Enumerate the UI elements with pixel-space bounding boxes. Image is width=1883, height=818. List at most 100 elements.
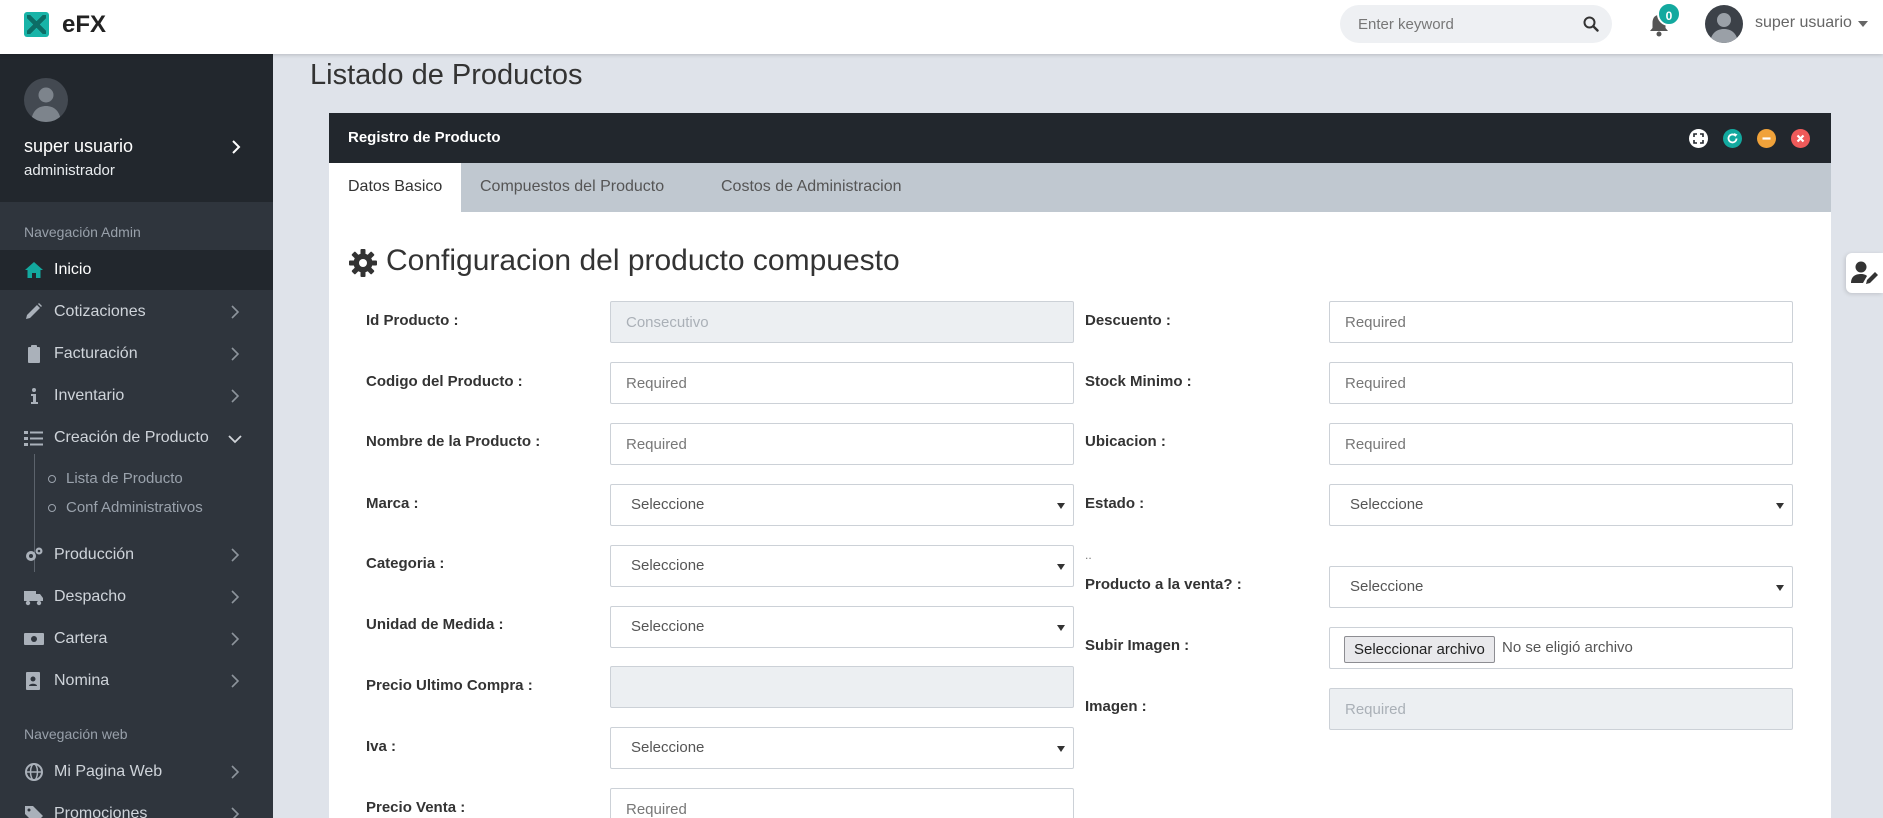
expand-button[interactable]: [1689, 129, 1708, 148]
tag-icon: [25, 806, 43, 818]
circle-icon: [48, 475, 56, 483]
tab-compuestos-producto[interactable]: Compuestos del Producto: [461, 163, 683, 212]
profile-name[interactable]: super usuario: [24, 136, 133, 157]
list-check-icon: [24, 431, 43, 446]
section-title-text: Configuracion del producto compuesto: [386, 244, 900, 277]
notification-badge: 0: [1657, 2, 1681, 26]
profile-avatar: [24, 78, 68, 122]
select-value: Seleccione: [1350, 578, 1424, 595]
nav-header-web: Navegación web: [24, 726, 128, 742]
user-menu-name[interactable]: super usuario: [1755, 14, 1852, 32]
caret-down-icon: [1057, 625, 1065, 631]
stock-minimo-input[interactable]: [1329, 362, 1793, 404]
top-navbar: eFX 0 super usuario: [0, 0, 1883, 54]
field-label-codigo-producto: Codigo del Producto :: [366, 373, 523, 390]
tab-datos-basico[interactable]: Datos Basico: [329, 163, 462, 212]
precio-ultimo-compra-input[interactable]: [610, 666, 1074, 708]
sidebar-item-inicio[interactable]: Inicio: [0, 250, 273, 290]
field-label-id-producto: Id Producto :: [366, 312, 459, 329]
ubicacion-input[interactable]: [1329, 423, 1793, 465]
estado-select[interactable]: Seleccione: [1329, 484, 1793, 526]
user-silhouette-icon: [31, 87, 61, 122]
panel-title: Registro de Producto: [348, 129, 501, 146]
search-input[interactable]: [1358, 5, 1568, 43]
sidebar: super usuario administrador Navegación A…: [0, 54, 273, 818]
sidebar-item-facturacion[interactable]: Facturación: [0, 334, 273, 374]
sidebar-item-label: Cotizaciones: [54, 303, 146, 320]
subir-imagen-file[interactable]: Seleccionar archivo No se eligió archivo: [1329, 627, 1793, 669]
side-user-edit-tab[interactable]: [1846, 253, 1883, 293]
product-panel: Registro de Producto Datos Basico Compue…: [329, 113, 1831, 818]
caret-down-icon[interactable]: [1858, 21, 1868, 27]
field-label-stock-minimo: Stock Minimo :: [1085, 373, 1192, 390]
sidebar-item-cotizaciones[interactable]: Cotizaciones: [0, 292, 273, 332]
brand-name[interactable]: eFX: [62, 11, 106, 39]
nombre-producto-input[interactable]: [610, 423, 1074, 465]
precio-venta-input[interactable]: [610, 788, 1074, 818]
chevron-right-icon: [231, 632, 240, 646]
chevron-right-icon: [231, 590, 240, 604]
chevron-right-icon: [231, 765, 240, 779]
field-label-subir-imagen: Subir Imagen :: [1085, 637, 1190, 654]
refresh-button[interactable]: [1723, 129, 1742, 148]
chevron-right-icon: [231, 389, 240, 403]
sidebar-item-mi-pagina-web[interactable]: Mi Pagina Web: [0, 752, 273, 792]
sidebar-item-label: Nomina: [54, 672, 110, 689]
file-status: No se eligió archivo: [1502, 639, 1633, 656]
panel-header: Registro de Producto: [329, 113, 1831, 163]
panel-tabs: Datos Basico Compuestos del Producto Cos…: [329, 163, 1831, 212]
caret-down-icon: [1776, 503, 1784, 509]
field-label-categoria: Categoria :: [366, 555, 445, 572]
sidebar-subitem-label: Lista de Producto: [66, 470, 183, 487]
money-icon: [24, 633, 44, 645]
user-edit-icon: [1851, 261, 1878, 284]
sidebar-item-label: Facturación: [54, 345, 138, 362]
descuento-input[interactable]: [1329, 301, 1793, 343]
sidebar-item-creacion-producto[interactable]: Creación de Producto: [0, 418, 273, 458]
field-label-marca: Marca :: [366, 495, 419, 512]
expand-icon: [1693, 133, 1704, 144]
sidebar-item-cartera[interactable]: Cartera: [0, 619, 273, 659]
iva-select[interactable]: Seleccione: [610, 727, 1074, 769]
field-label-producto-venta: Producto a la venta? :: [1085, 576, 1242, 593]
chevron-down-icon: [228, 435, 242, 444]
chevron-right-icon[interactable]: [230, 140, 242, 154]
producto-venta-select[interactable]: Seleccione: [1329, 566, 1793, 608]
pencil-icon: [26, 303, 42, 319]
sidebar-item-label: Despacho: [54, 588, 127, 605]
sidebar-item-label: Inventario: [54, 387, 125, 404]
marca-select[interactable]: Seleccione: [610, 484, 1074, 526]
id-producto-input[interactable]: [610, 301, 1074, 343]
field-label-precio-ultimo-compra: Precio Ultimo Compra :: [366, 677, 533, 694]
sidebar-profile: super usuario administrador: [0, 54, 273, 202]
user-avatar[interactable]: [1705, 5, 1743, 43]
unidad-medida-select[interactable]: Seleccione: [610, 606, 1074, 648]
field-label-unidad-medida: Unidad de Medida :: [366, 616, 504, 633]
logo-icon[interactable]: [24, 12, 49, 37]
field-label-estado: Estado :: [1085, 495, 1145, 512]
select-value: Seleccione: [1350, 496, 1424, 513]
sidebar-item-produccion[interactable]: Producción: [0, 535, 273, 575]
sidebar-item-inventario[interactable]: Inventario: [0, 376, 273, 416]
tab-costos-administracion[interactable]: Costos de Administracion: [702, 163, 921, 212]
categoria-select[interactable]: Seleccione: [610, 545, 1074, 587]
sidebar-item-despacho[interactable]: Despacho: [0, 577, 273, 617]
nav-header-admin: Navegación Admin: [24, 224, 141, 240]
refresh-icon: [1727, 133, 1738, 144]
sidebar-item-nomina[interactable]: Nomina: [0, 661, 273, 701]
clipboard-icon: [28, 345, 40, 363]
close-button[interactable]: [1791, 129, 1810, 148]
globe-icon: [25, 763, 43, 781]
codigo-producto-input[interactable]: [610, 362, 1074, 404]
dotdot-text: ..: [1085, 548, 1092, 562]
search-box: [1340, 5, 1612, 43]
sidebar-item-promociones[interactable]: Promociones: [0, 794, 273, 818]
sidebar-item-label: Inicio: [54, 261, 92, 278]
search-icon[interactable]: [1583, 16, 1599, 32]
truck-icon: [24, 591, 43, 606]
imagen-input[interactable]: [1329, 688, 1793, 730]
minimize-button[interactable]: [1757, 129, 1776, 148]
choose-file-button[interactable]: Seleccionar archivo: [1344, 636, 1495, 663]
gears-icon: [26, 547, 43, 561]
circle-icon: [48, 504, 56, 512]
